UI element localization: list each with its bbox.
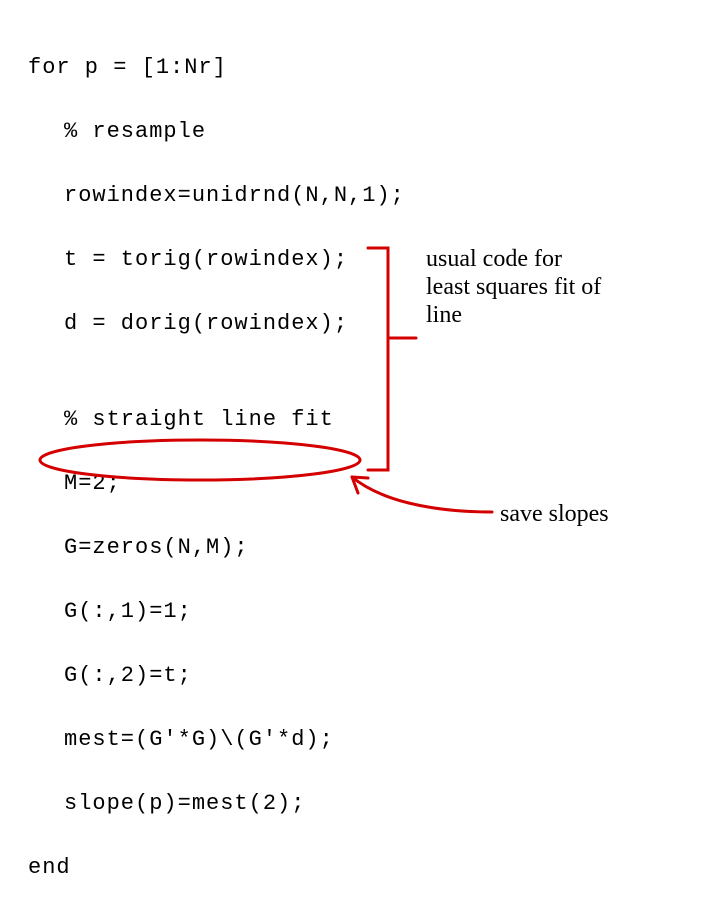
code-block: for p = [1:Nr] % resample rowindex=unidr… xyxy=(28,20,448,916)
code-line: M=2; xyxy=(28,468,448,500)
code-line: d = dorig(rowindex); xyxy=(28,308,448,340)
code-line: rowindex=unidrnd(N,N,1); xyxy=(28,180,448,212)
code-line: % straight line fit xyxy=(28,404,448,436)
code-line: G=zeros(N,M); xyxy=(28,532,448,564)
code-line: for p = [1:Nr] xyxy=(28,52,448,84)
code-line: slope(p)=mest(2); xyxy=(28,788,448,820)
code-line: G(:,2)=t; xyxy=(28,660,448,692)
annotation-least-squares: usual code for least squares fit of line xyxy=(426,245,606,329)
code-line: mest=(G'*G)\(G'*d); xyxy=(28,724,448,756)
code-line: % resample xyxy=(28,116,448,148)
code-line: end xyxy=(28,852,448,884)
code-line: G(:,1)=1; xyxy=(28,596,448,628)
annotation-save-slopes: save slopes xyxy=(500,500,700,528)
code-line: t = torig(rowindex); xyxy=(28,244,448,276)
